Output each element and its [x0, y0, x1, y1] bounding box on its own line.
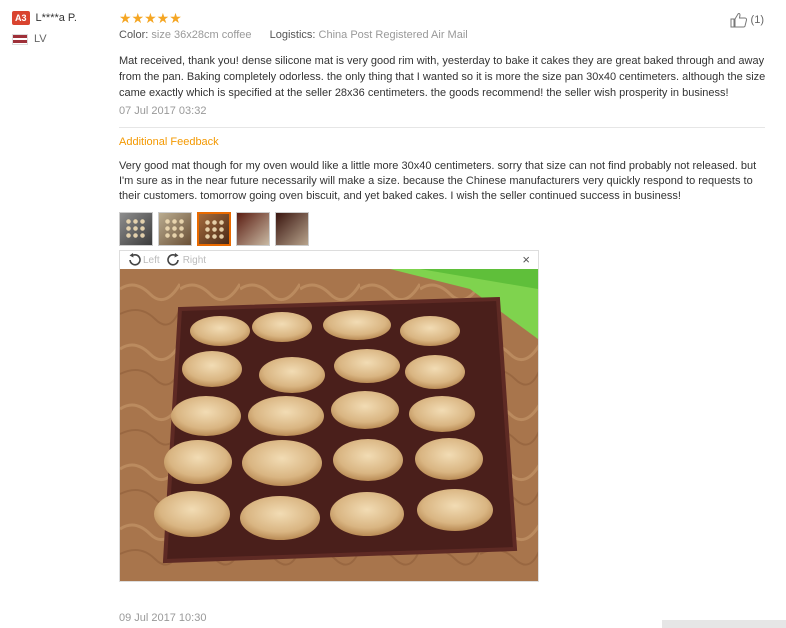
latvia-flag-icon — [12, 33, 28, 45]
rotate-left-icon — [129, 253, 141, 266]
divider — [119, 127, 765, 128]
additional-feedback-text: Very good mat though for my oven would l… — [119, 160, 757, 202]
viewer-toolbar: Left Right × — [120, 251, 538, 269]
photo-thumbnail[interactable] — [275, 212, 309, 246]
rotate-left-button[interactable]: Left — [126, 253, 160, 267]
reviewer-row: A3 L****a P. — [12, 10, 112, 26]
photo-thumbnail[interactable] — [236, 212, 270, 246]
close-viewer-button[interactable]: × — [522, 253, 530, 266]
level-badge: A3 — [12, 11, 30, 25]
photo-thumbnail[interactable] — [158, 212, 192, 246]
additional-feedback-date: 09 Jul 2017 10:30 — [119, 612, 207, 624]
photo-thumbnail-selected[interactable] — [197, 212, 231, 246]
reviewer-country: LV — [34, 33, 47, 45]
logistics-value: China Post Registered Air Mail — [318, 29, 468, 41]
additional-feedback-title: Additional Feedback — [119, 136, 219, 148]
review-date: 07 Jul 2017 03:32 — [119, 105, 207, 117]
photo-viewer: Left Right × — [119, 250, 539, 582]
rotate-right-label: Right — [182, 254, 207, 266]
rating-stars: ★★★★★ — [119, 10, 182, 26]
review-photo — [120, 269, 538, 581]
rotate-right-icon — [166, 253, 179, 266]
reviewer-name: L****a P. — [35, 12, 77, 24]
logistics-label: Logistics: — [269, 29, 316, 41]
rotate-right-button[interactable]: Right — [166, 253, 206, 267]
reviewer-info: A3 L****a P. LV — [12, 10, 112, 46]
photo-thumbnail[interactable] — [119, 212, 153, 246]
order-info: Color: size 36x28cm coffee Logistics: Ch… — [119, 29, 769, 43]
review-text: Mat received, thank you! dense silicone … — [119, 55, 766, 99]
color-value: size 36x28cm coffee — [151, 29, 252, 41]
country-row: LV — [12, 32, 112, 46]
croissants-on-mat-image — [120, 269, 538, 581]
color-label: Color: — [119, 29, 149, 41]
photo-thumbnails — [119, 212, 769, 246]
rotate-left-label: Left — [143, 254, 160, 266]
review-main: ★★★★★ Color: size 36x28cm coffee Logisti… — [119, 10, 769, 582]
bottom-bar — [662, 620, 786, 628]
